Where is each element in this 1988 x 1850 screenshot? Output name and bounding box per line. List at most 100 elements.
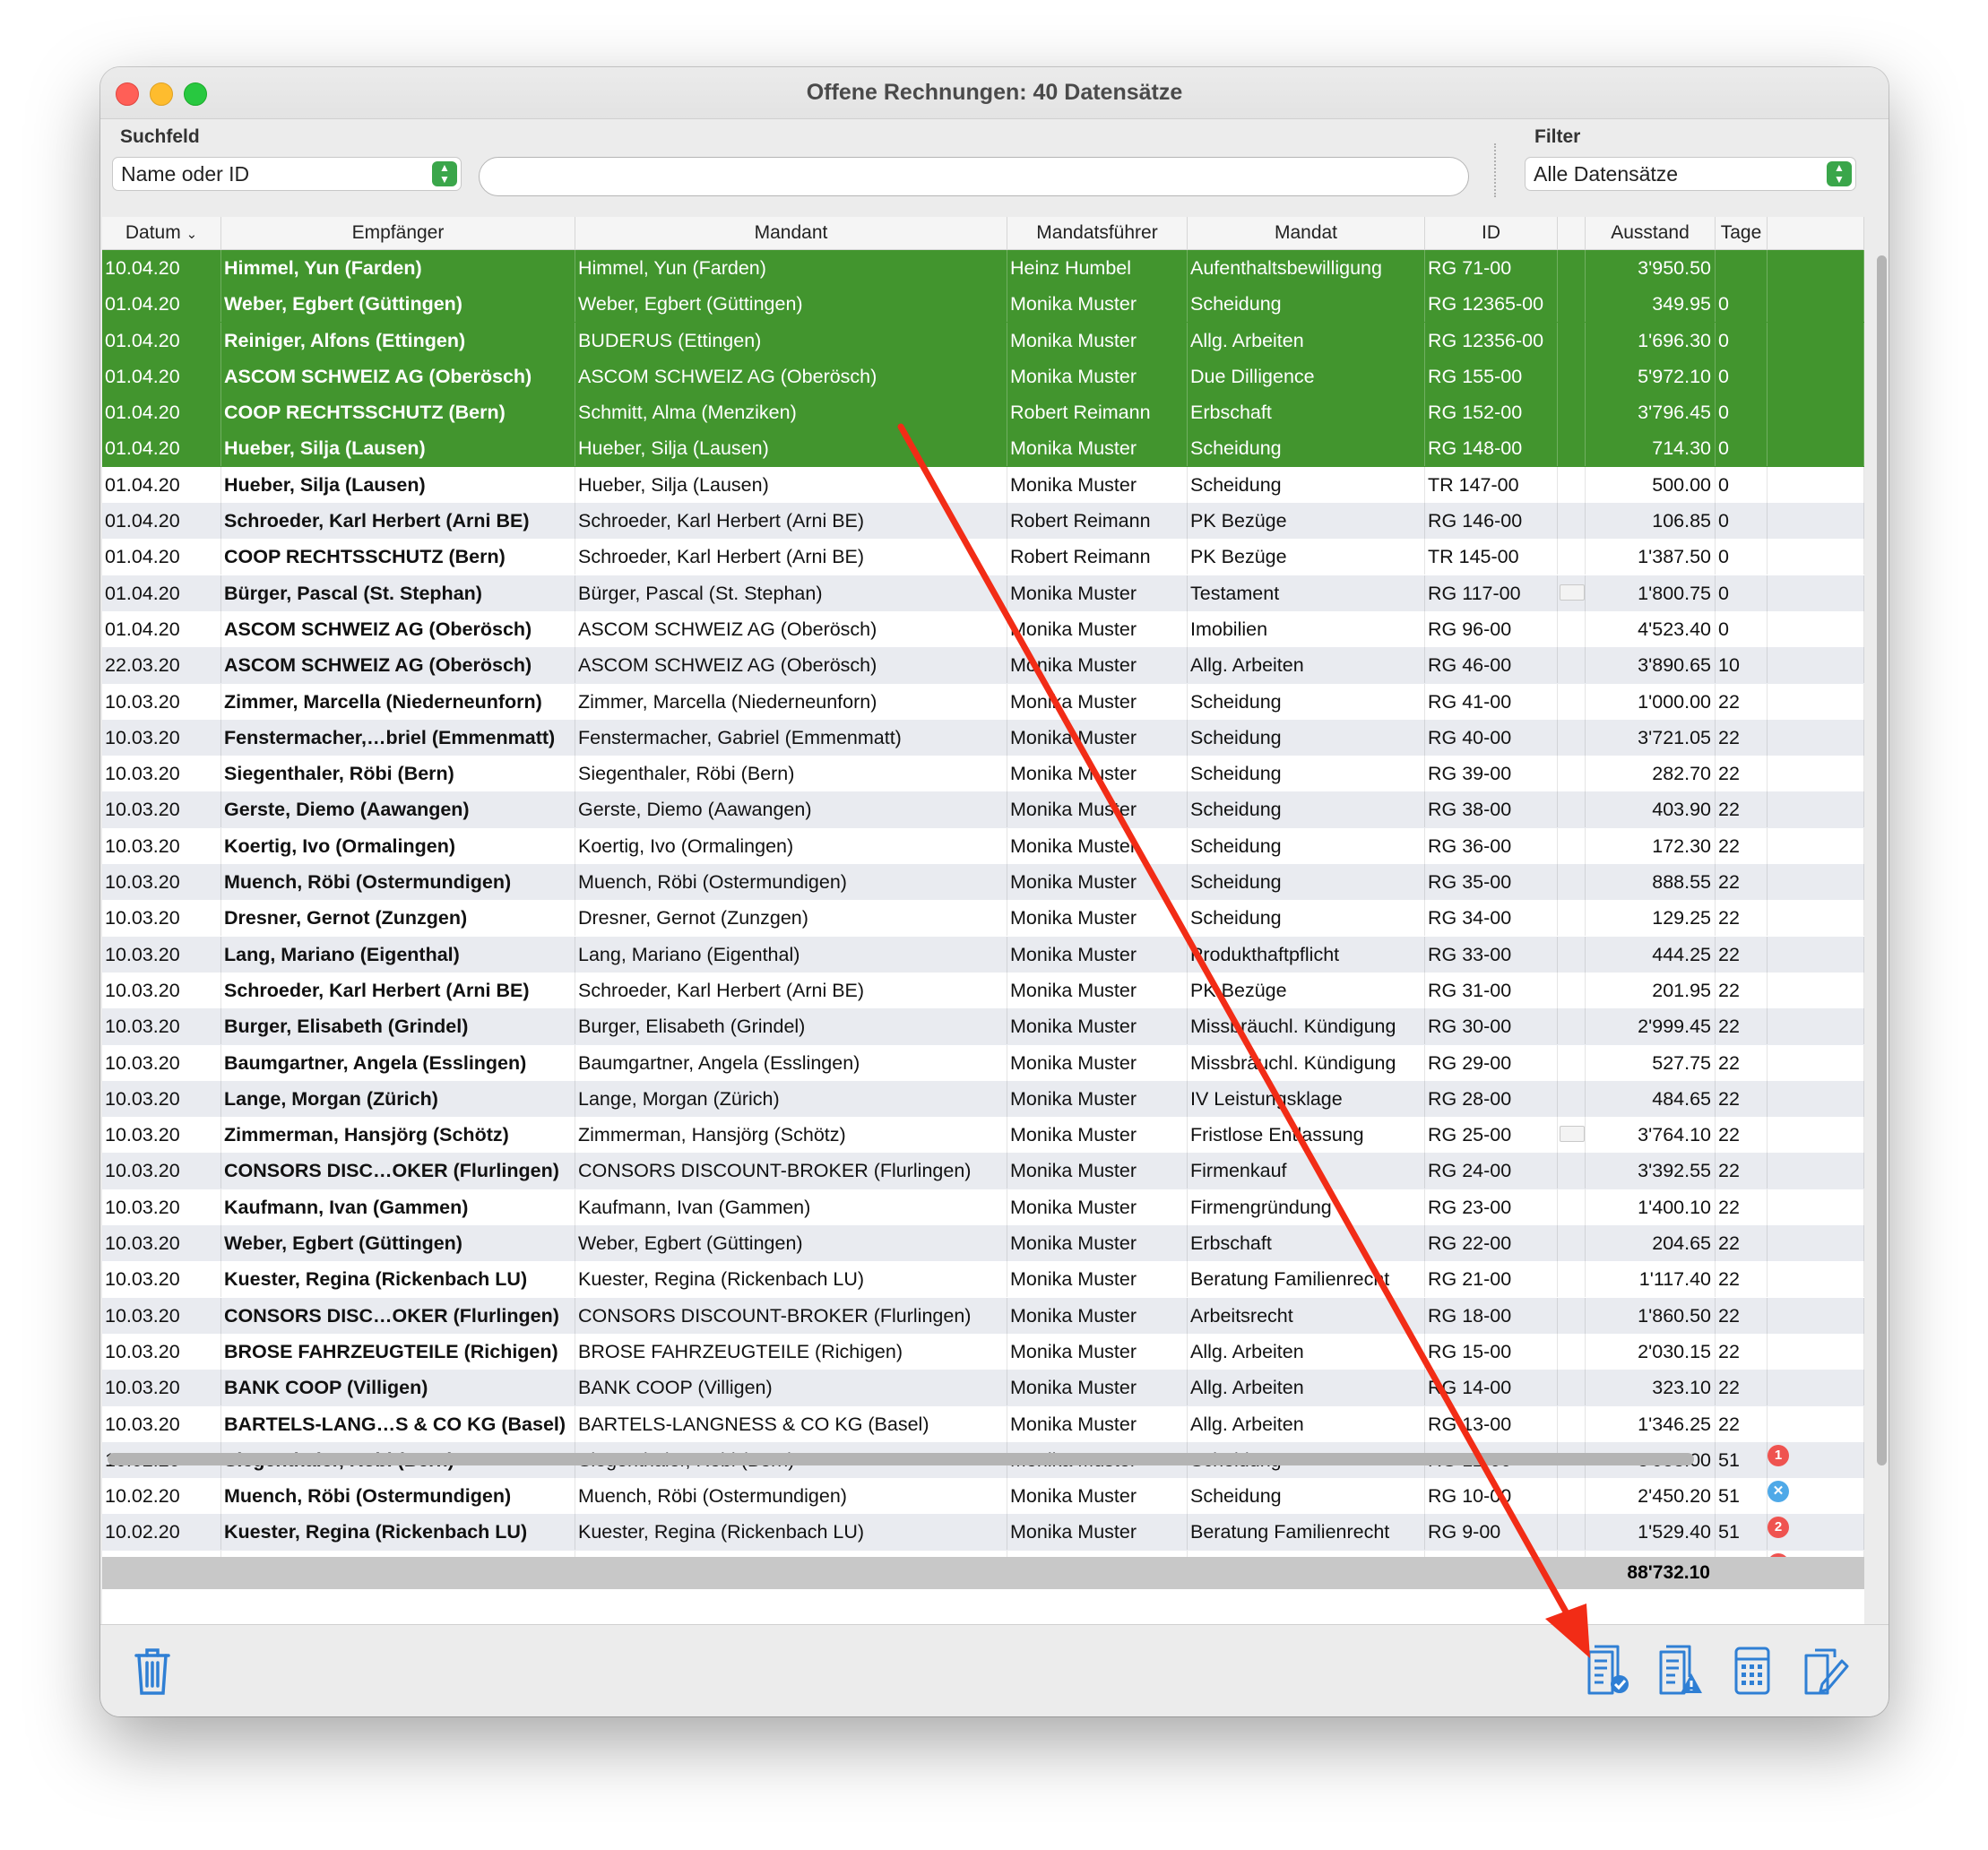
total-row: 88'732.10 [102, 1557, 1864, 1589]
cell-mandat: Scheidung [1188, 683, 1425, 720]
table-row[interactable]: 10.02.20 Muench, Röbi (Ostermundigen) Muen… [102, 1478, 1864, 1515]
table-row[interactable]: 01.04.20 COOP RECHTSSCHUTZ (Bern) Schroede… [102, 539, 1864, 575]
table-row[interactable]: 10.03.20 Koertig, Ivo (Ormalingen) Koertig… [102, 827, 1864, 865]
cell-tage: 0 [1716, 503, 1768, 540]
cell-empf: Hueber, Silja (Lausen) [221, 466, 575, 503]
invoice-paid-icon[interactable] [1582, 1641, 1636, 1699]
table-row[interactable]: 01.04.20 ASCOM SCHWEIZ AG (Oberösch) ASCOM… [102, 610, 1864, 648]
mail-cell [1558, 1153, 1586, 1189]
filter-select[interactable]: Alle Datensätze ▲ ▼ [1525, 157, 1856, 191]
status-cell [1768, 1333, 1864, 1370]
table-row[interactable]: 10.03.20 Siegenthaler, Röbi (Bern) Siegent… [102, 756, 1864, 792]
table-row[interactable]: 10.03.20 Zimmerman, Hansjörg (Schötz) Zimm… [102, 1117, 1864, 1154]
col-ausstand[interactable]: Ausstand [1586, 217, 1716, 249]
col-mail[interactable] [1558, 217, 1586, 249]
cell-id: RG 33-00 [1425, 936, 1558, 973]
cell-ausstand: 1'346.25 [1586, 1405, 1716, 1442]
cell-ausstand: 1'800.75 [1586, 575, 1716, 611]
table-row[interactable]: 10.03.20 Baumgartner, Angela (Esslingen) B… [102, 1044, 1864, 1081]
cell-mandant: Hueber, Silja (Lausen) [575, 430, 1007, 467]
table-row[interactable]: 10.03.20 Muench, Röbi (Ostermundigen) Muen… [102, 864, 1864, 901]
col-id[interactable]: ID [1425, 217, 1558, 249]
status-cell [1768, 827, 1864, 864]
table-row[interactable]: 10.03.20 CONSORS DISC…OKER (Flurlingen) CO… [102, 1297, 1864, 1334]
mail-cell [1558, 1478, 1586, 1515]
col-datum[interactable]: Datum ⌄ [102, 217, 221, 249]
cell-datum: 01.04.20 [102, 286, 221, 323]
table-row[interactable]: 01.04.20 Bürger, Pascal (St. Stephan) Bürg… [102, 575, 1864, 611]
cell-mandat: Missbräuchl. Kündigung [1188, 1008, 1425, 1045]
cell-mandat: Aufenthaltsbewilligung [1188, 250, 1425, 286]
table-row[interactable]: 10.03.20 BANK COOP (Villigen) BANK COOP (V… [102, 1370, 1864, 1406]
table-row[interactable]: 10.03.20 BROSE FAHRZEUGTEILE (Richigen) BR… [102, 1333, 1864, 1370]
status-cell: ✕ [1768, 1478, 1864, 1515]
table-row[interactable]: 01.04.20 Schroeder, Karl Herbert (Arni BE… [102, 503, 1864, 540]
mail-cell [1558, 575, 1586, 611]
cell-mandat: Fristlose Entlassung [1188, 1117, 1425, 1154]
table-row[interactable]: 10.02.20 Kuester, Regina (Rickenbach LU) K… [102, 1514, 1864, 1551]
table-row[interactable]: 10.03.20 Lange, Morgan (Zürich) Lange, Mor… [102, 1080, 1864, 1118]
cell-id: RG 96-00 [1425, 610, 1558, 647]
status-cell [1768, 610, 1864, 647]
table-row[interactable]: 10.03.20 BARTELS-LANG…S & CO KG (Basel) BA… [102, 1405, 1864, 1442]
mail-cell [1558, 756, 1586, 792]
vertical-scrollbar[interactable] [1875, 255, 1888, 1465]
cell-fuehrer: Monika Muster [1007, 1044, 1188, 1081]
table-row[interactable]: 10.04.20 Himmel, Yun (Farden) Himmel, Yun … [102, 250, 1864, 287]
cell-mandant: Dresner, Gernot (Zunzgen) [575, 900, 1007, 937]
sort-chevron-down-icon: ⌄ [186, 227, 198, 242]
table-row[interactable]: 10.03.20 Kuester, Regina (Rickenbach LU) K… [102, 1261, 1864, 1298]
col-empfaenger[interactable]: Empfänger [221, 217, 575, 249]
cell-fuehrer: Robert Reimann [1007, 503, 1188, 540]
table-row[interactable]: 10.03.20 Zimmer, Marcella (Niederneunforn… [102, 683, 1864, 720]
table-row[interactable]: 10.03.20 Gerste, Diemo (Aawangen) Gerste, … [102, 791, 1864, 828]
table-row[interactable]: 01.04.20 ASCOM SCHWEIZ AG (Oberösch) ASCOM… [102, 358, 1864, 395]
col-mandat[interactable]: Mandat [1188, 217, 1425, 249]
scrollbar-thumb[interactable] [1877, 255, 1887, 1465]
table-row[interactable]: 01.04.20 COOP RECHTSSCHUTZ (Bern) Schmitt,… [102, 394, 1864, 431]
cell-fuehrer: Monika Muster [1007, 466, 1188, 503]
edit-icon[interactable] [1797, 1641, 1851, 1699]
cell-ausstand: 1'387.50 [1586, 539, 1716, 575]
cell-fuehrer: Monika Muster [1007, 683, 1188, 720]
calculator-icon[interactable] [1725, 1641, 1779, 1699]
col-mandant[interactable]: Mandant [575, 217, 1007, 249]
status-cell [1768, 864, 1864, 901]
cell-mandat: Produkthaftpflicht [1188, 936, 1425, 973]
cell-tage: 22 [1716, 900, 1768, 937]
mail-cell [1558, 610, 1586, 647]
table-row[interactable]: 10.03.20 Kaufmann, Ivan (Gammen) Kaufmann,… [102, 1189, 1864, 1226]
table-row[interactable]: 10.03.20 Schroeder, Karl Herbert (Arni BE… [102, 972, 1864, 1009]
table-row[interactable]: 01.04.20 Hueber, Silja (Lausen) Hueber, Si… [102, 466, 1864, 504]
table-row[interactable]: 01.04.20 Hueber, Silja (Lausen) Hueber, Si… [102, 430, 1864, 467]
status-cell [1768, 466, 1864, 503]
table-row[interactable]: 10.03.20 Dresner, Gernot (Zunzgen) Dresner… [102, 900, 1864, 937]
table-row[interactable]: 10.03.20 Fenstermacher,…briel (Emmenmatt)… [102, 719, 1864, 756]
cell-mandat: Scheidung [1188, 756, 1425, 792]
table-row[interactable]: 22.03.20 ASCOM SCHWEIZ AG (Oberösch) ASCOM… [102, 647, 1864, 684]
table-row[interactable]: 01.04.20 Weber, Egbert (Güttingen) Weber, … [102, 286, 1864, 323]
cell-fuehrer: Monika Muster [1007, 1405, 1188, 1442]
table-row[interactable]: 10.03.20 CONSORS DISC…OKER (Flurlingen) CO… [102, 1153, 1864, 1189]
cell-mandat: Allg. Arbeiten [1188, 322, 1425, 359]
mail-cell [1558, 719, 1586, 756]
mail-cell [1558, 900, 1586, 937]
cell-fuehrer: Monika Muster [1007, 972, 1188, 1008]
search-field-select[interactable]: Name oder ID ▲ ▼ [112, 157, 462, 191]
cell-fuehrer: Robert Reimann [1007, 539, 1188, 575]
cell-tage: 22 [1716, 827, 1768, 864]
table-row[interactable]: 10.03.20 Lang, Mariano (Eigenthal) Lang, M… [102, 936, 1864, 973]
cell-empf: Gerste, Diemo (Aawangen) [221, 791, 575, 828]
cell-ausstand: 888.55 [1586, 864, 1716, 901]
table-row[interactable]: 01.04.20 Reiniger, Alfons (Ettingen) BUDER… [102, 322, 1864, 359]
cell-empf: CONSORS DISC…OKER (Flurlingen) [221, 1153, 575, 1189]
mail-cell [1558, 1405, 1586, 1442]
invoice-warning-icon[interactable] [1654, 1641, 1707, 1699]
table-row[interactable]: 10.03.20 Weber, Egbert (Güttingen) Weber, … [102, 1225, 1864, 1262]
col-tage[interactable]: Tage [1716, 217, 1768, 249]
trash-icon[interactable] [125, 1641, 179, 1699]
table-row[interactable]: 10.03.20 Burger, Elisabeth (Grindel) Burge… [102, 1008, 1864, 1045]
horizontal-scrollbar[interactable] [108, 1453, 1694, 1465]
search-input[interactable] [479, 157, 1469, 196]
col-mandatsfuehrer[interactable]: Mandatsführer [1007, 217, 1188, 249]
